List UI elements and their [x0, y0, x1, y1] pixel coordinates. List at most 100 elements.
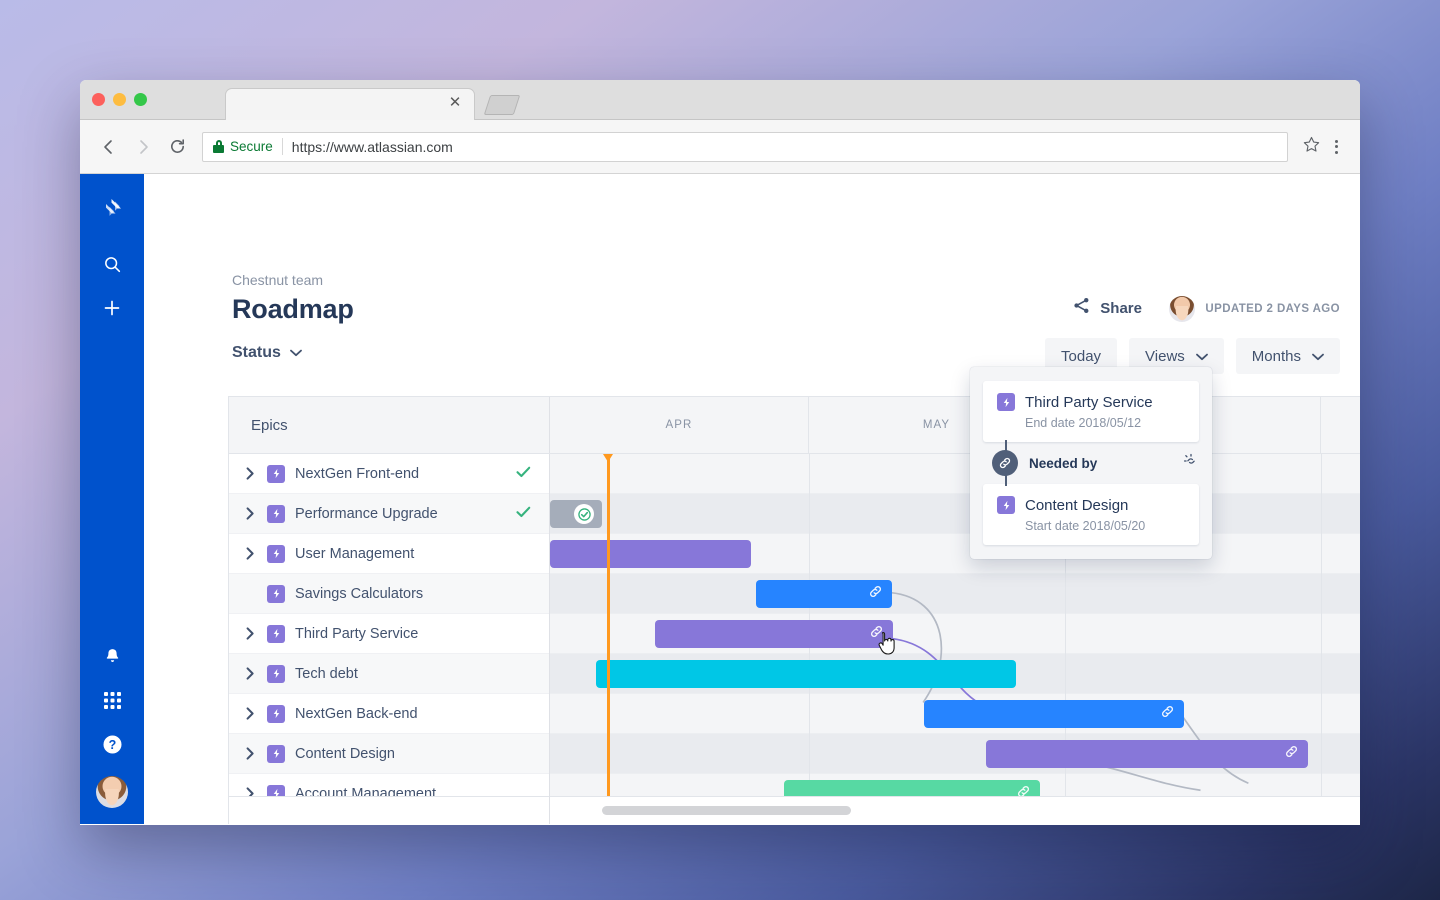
month-gridline: [1321, 454, 1322, 824]
epic-badge-icon: [267, 665, 285, 683]
timeline-row[interactable]: [550, 454, 1360, 494]
link-icon[interactable]: [869, 624, 884, 644]
status-filter-dropdown[interactable]: Status: [232, 344, 302, 362]
epics-column-header: Epics: [229, 397, 550, 453]
timeline-bar[interactable]: [550, 500, 602, 528]
status-filter-label: Status: [232, 344, 281, 362]
month-header: [1321, 397, 1360, 453]
timeline-bar[interactable]: [596, 660, 1016, 688]
epic-row[interactable]: NextGen Front-end: [229, 454, 549, 494]
close-icon[interactable]: ✕: [448, 96, 462, 110]
kebab-menu-icon[interactable]: [1327, 136, 1346, 158]
epic-badge-icon: [267, 585, 285, 603]
timeline-bar[interactable]: [924, 700, 1184, 728]
window-controls[interactable]: [92, 93, 147, 106]
epic-row[interactable]: User Management: [229, 534, 549, 574]
reload-icon[interactable]: [162, 132, 192, 162]
unlink-icon[interactable]: [1183, 453, 1199, 474]
epic-name: User Management: [295, 546, 549, 562]
epic-badge-icon: [267, 545, 285, 563]
search-icon[interactable]: [92, 244, 132, 284]
jira-app: ? Chestnut team Roadmap Share: [80, 174, 1360, 824]
popup-source-card[interactable]: Third Party Service End date 2018/05/12: [983, 381, 1199, 442]
popup-relation-row: Needed by: [983, 442, 1199, 484]
chevron-right-icon[interactable]: [243, 507, 257, 520]
epic-badge-icon: [267, 745, 285, 763]
lock-icon: [213, 140, 224, 153]
popup-relation-label: Needed by: [1029, 456, 1172, 471]
today-label: Today: [1061, 348, 1101, 365]
timeline-bar[interactable]: [986, 740, 1308, 768]
url-text: https://www.atlassian.com: [292, 139, 453, 155]
scrollbar-thumb[interactable]: [602, 806, 851, 815]
epics-list: NextGen Front-end Performance Upgrade User…: [229, 454, 550, 824]
maximize-window-button[interactable]: [134, 93, 147, 106]
new-tab-button[interactable]: [484, 95, 520, 115]
divider: [282, 138, 283, 155]
page-title: Roadmap: [232, 294, 354, 325]
epic-name: Content Design: [295, 746, 549, 762]
views-label: Views: [1145, 348, 1185, 365]
epic-row[interactable]: Tech debt: [229, 654, 549, 694]
grid-apps-icon[interactable]: [92, 680, 132, 720]
star-icon[interactable]: [1302, 135, 1321, 159]
epic-name: Tech debt: [295, 666, 549, 682]
browser-toolbar: Secure https://www.atlassian.com: [80, 120, 1360, 174]
epic-badge-icon: [997, 393, 1015, 411]
horizontal-scrollbar[interactable]: [550, 796, 1360, 824]
close-window-button[interactable]: [92, 93, 105, 106]
bell-icon[interactable]: [92, 636, 132, 676]
timeline-bar[interactable]: [756, 580, 892, 608]
address-bar[interactable]: Secure https://www.atlassian.com: [202, 132, 1288, 162]
browser-window: ✕ Secure https://www.atlassian.com: [80, 80, 1360, 825]
epic-row[interactable]: Content Design: [229, 734, 549, 774]
timeline-bar[interactable]: [550, 540, 751, 568]
epics-footer: [229, 796, 549, 824]
months-dropdown[interactable]: Months: [1236, 338, 1340, 374]
epic-row[interactable]: Third Party Service: [229, 614, 549, 654]
link-icon[interactable]: [1160, 704, 1175, 724]
updated-text: UPDATED 2 DAYS AGO: [1205, 303, 1340, 315]
month-headers: APRMAYJUN: [550, 397, 1360, 453]
timeline-row[interactable]: [550, 494, 1360, 534]
share-button[interactable]: Share: [1072, 296, 1142, 320]
share-icon: [1072, 296, 1091, 320]
check-icon: [516, 465, 549, 482]
chevron-right-icon[interactable]: [243, 707, 257, 720]
chevron-down-icon: [1312, 348, 1324, 365]
browser-tab[interactable]: ✕: [225, 88, 475, 120]
avatar[interactable]: [96, 776, 128, 808]
dependency-popup: Third Party Service End date 2018/05/12 …: [970, 367, 1212, 559]
minimize-window-button[interactable]: [113, 93, 126, 106]
secure-label: Secure: [230, 139, 273, 154]
popup-target-card[interactable]: Content Design Start date 2018/05/20: [983, 484, 1199, 545]
popup-target-date: Start date 2018/05/20: [1025, 519, 1185, 533]
plus-icon[interactable]: [92, 288, 132, 328]
link-icon[interactable]: [1284, 744, 1299, 764]
help-icon[interactable]: ?: [92, 724, 132, 764]
epic-row[interactable]: NextGen Back-end: [229, 694, 549, 734]
epic-name: NextGen Front-end: [295, 466, 506, 482]
back-arrow-icon[interactable]: [94, 132, 124, 162]
months-label: Months: [1252, 348, 1301, 365]
jira-logo-icon[interactable]: [92, 190, 132, 230]
timeline-bar[interactable]: [655, 620, 893, 648]
chevron-right-icon[interactable]: [243, 547, 257, 560]
link-icon[interactable]: [868, 584, 883, 604]
chevron-right-icon[interactable]: [243, 747, 257, 760]
epic-row[interactable]: Performance Upgrade: [229, 494, 549, 534]
chevron-right-icon[interactable]: [243, 627, 257, 640]
epic-name: NextGen Back-end: [295, 706, 549, 722]
epic-badge-icon: [267, 505, 285, 523]
avatar[interactable]: [1169, 296, 1195, 322]
roadmap-content: Chestnut team Roadmap Share UPDATED 2 DA…: [144, 174, 1360, 824]
epic-row[interactable]: Savings Calculators: [229, 574, 549, 614]
today-marker: [607, 454, 610, 824]
timeline-row[interactable]: [550, 574, 1360, 614]
chevron-right-icon[interactable]: [243, 667, 257, 680]
chevron-right-icon[interactable]: [243, 467, 257, 480]
breadcrumb[interactable]: Chestnut team: [232, 272, 323, 288]
epic-name: Third Party Service: [295, 626, 549, 642]
svg-text:?: ?: [108, 738, 116, 752]
month-header: APR: [550, 397, 809, 453]
